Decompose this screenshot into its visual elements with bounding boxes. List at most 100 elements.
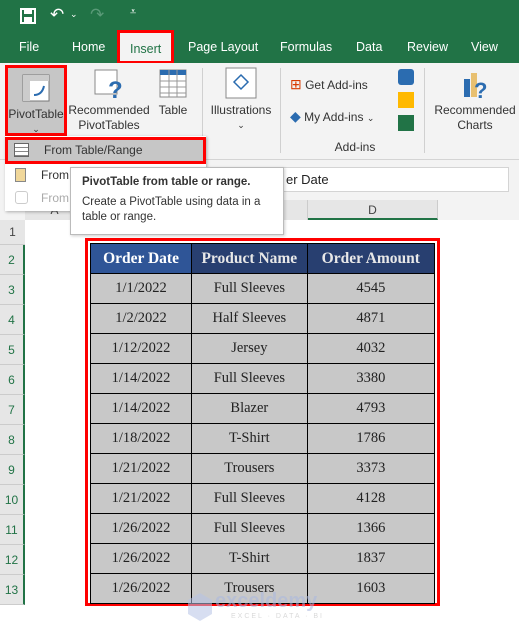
tab-home[interactable]: Home	[72, 33, 105, 63]
label: Charts	[457, 118, 493, 132]
row-header-13[interactable]: 13	[0, 575, 25, 605]
header-order-date[interactable]: Order Date	[89, 243, 193, 274]
table-row: 1/26/2022 Full Sleeves 1366	[89, 513, 436, 544]
table-icon	[14, 143, 29, 157]
table-row: 1/14/2022 Blazer 4793	[89, 393, 436, 424]
selected-range[interactable]: Order Date Product Name Order Amount 1/1…	[85, 238, 440, 606]
svg-text:?: ?	[108, 77, 123, 99]
cell-product-name[interactable]: Full Sleeves	[191, 483, 308, 514]
table-button[interactable]: Table	[155, 69, 191, 118]
cell-order-date[interactable]: 1/21/2022	[89, 453, 193, 484]
cell-order-date[interactable]: 1/1/2022	[89, 273, 193, 304]
undo-icon[interactable]: ↶	[50, 5, 64, 25]
recommended-pivottables-button[interactable]: ? Recommended PivotTables	[67, 69, 151, 133]
row-header-11[interactable]: 11	[0, 515, 25, 545]
undo-dropdown-icon[interactable]: ⌄	[70, 9, 78, 20]
cell-order-amount[interactable]: 4032	[306, 333, 436, 364]
cell-order-date[interactable]: 1/14/2022	[89, 363, 193, 394]
recommended-charts-button[interactable]: ? Recommended Charts	[432, 71, 518, 133]
row-header-6[interactable]: 6	[0, 365, 25, 395]
table-icon	[159, 69, 187, 98]
cell-product-name[interactable]: Full Sleeves	[191, 273, 308, 304]
cell-order-date[interactable]: 1/2/2022	[89, 303, 193, 334]
row-header-3[interactable]: 3	[0, 275, 25, 305]
row-header-1[interactable]: 1	[0, 220, 25, 245]
addins-group-label: Add-ins	[334, 140, 376, 154]
cell-order-date[interactable]: 1/14/2022	[89, 393, 193, 424]
tab-insert[interactable]: Insert	[117, 30, 175, 64]
row-header-9[interactable]: 9	[0, 455, 25, 485]
tab-file[interactable]: File	[19, 33, 39, 63]
table-row: 1/12/2022 Jersey 4032	[89, 333, 436, 364]
illustrations-button[interactable]: Illustrations ⌄	[206, 67, 276, 133]
cell-order-date[interactable]: 1/18/2022	[89, 423, 193, 454]
get-addins-button[interactable]: ⊞ Get Add-ins	[290, 77, 368, 93]
menu-item-from-table-range[interactable]: From Table/Range	[5, 137, 206, 164]
table-row: 1/14/2022 Full Sleeves 3380	[89, 363, 436, 394]
cell-product-name[interactable]: T-Shirt	[191, 543, 308, 574]
cell-order-date[interactable]: 1/26/2022	[89, 543, 193, 574]
cell-product-name[interactable]: T-Shirt	[191, 423, 308, 454]
cell-order-amount[interactable]: 4871	[306, 303, 436, 334]
label: From	[41, 168, 69, 182]
chevron-down-icon: ⌄	[366, 113, 375, 123]
tooltip-body: Create a PivotTable using data in a tabl…	[82, 196, 261, 223]
visio-icon[interactable]	[398, 69, 414, 85]
get-addins-icon: ⊞	[290, 76, 302, 92]
cell-order-amount[interactable]: 1786	[306, 423, 436, 454]
table-row: 1/21/2022 Full Sleeves 4128	[89, 483, 436, 514]
cell-product-name[interactable]: Blazer	[191, 393, 308, 424]
cell-order-amount[interactable]: 4793	[306, 393, 436, 424]
cell-product-name[interactable]: Trousers	[191, 453, 308, 484]
customize-icon[interactable]: ⩡	[130, 6, 136, 19]
header-product-name[interactable]: Product Name	[191, 243, 308, 274]
tab-data[interactable]: Data	[356, 33, 382, 63]
row-header-10[interactable]: 10	[0, 485, 25, 515]
cell-product-name[interactable]: Half Sleeves	[191, 303, 308, 334]
my-addins-button[interactable]: ◆ My Add-ins ⌄	[290, 109, 374, 126]
cell-order-amount[interactable]: 3373	[306, 453, 436, 484]
pivottable-button[interactable]: PivotTable ⌄	[5, 65, 67, 136]
tab-page-layout[interactable]: Page Layout	[188, 33, 258, 63]
row-header-12[interactable]: 12	[0, 545, 25, 575]
table-row: 1/2/2022 Half Sleeves 4871	[89, 303, 436, 334]
cell-product-name[interactable]: Full Sleeves	[191, 513, 308, 544]
tab-view[interactable]: View	[471, 33, 498, 63]
cell-order-date[interactable]: 1/21/2022	[89, 483, 193, 514]
label: Get Add-ins	[305, 78, 368, 92]
cell-order-date[interactable]: 1/26/2022	[89, 573, 193, 604]
table-row: 1/26/2022 T-Shirt 1837	[89, 543, 436, 574]
cell-order-amount[interactable]: 1837	[306, 543, 436, 574]
cell-order-date[interactable]: 1/12/2022	[89, 333, 193, 364]
column-header-d[interactable]: D	[308, 200, 438, 220]
row-header-7[interactable]: 7	[0, 395, 25, 425]
exceldemy-watermark: exceldemy EXCEL · DATA · BI	[187, 590, 332, 626]
tab-formulas[interactable]: Formulas	[280, 33, 332, 63]
cell-order-date[interactable]: 1/26/2022	[89, 513, 193, 544]
cell-product-name[interactable]: Jersey	[191, 333, 308, 364]
label: From	[41, 191, 69, 205]
recommended-pivottables-icon: ?	[94, 69, 123, 104]
row-header-5[interactable]: 5	[0, 335, 25, 365]
row-header-4[interactable]: 4	[0, 305, 25, 335]
cell-order-amount[interactable]: 1366	[306, 513, 436, 544]
row-header-2[interactable]: 2	[0, 245, 25, 275]
table-row: 1/18/2022 T-Shirt 1786	[89, 423, 436, 454]
formula-bar[interactable]: er Date	[283, 167, 509, 192]
header-order-amount[interactable]: Order Amount	[306, 243, 436, 274]
cell-product-name[interactable]: Full Sleeves	[191, 363, 308, 394]
cell-order-amount[interactable]: 4545	[306, 273, 436, 304]
label: From Table/Range	[44, 143, 143, 157]
label: Recommended	[68, 103, 150, 117]
tab-review[interactable]: Review	[407, 33, 448, 63]
table-row: 1/21/2022 Trousers 3373	[89, 453, 436, 484]
row-header-8[interactable]: 8	[0, 425, 25, 455]
ribbon-tabs: File Home Insert Page Layout Formulas Da…	[0, 30, 519, 64]
cell-order-amount[interactable]: 4128	[306, 483, 436, 514]
bing-maps-icon[interactable]	[398, 92, 414, 108]
cell-order-amount[interactable]: 3380	[306, 363, 436, 394]
save-icon[interactable]	[20, 8, 36, 24]
people-graph-icon[interactable]	[398, 115, 414, 131]
label: PivotTables	[78, 118, 140, 132]
tooltip-title: PivotTable from table or range.	[82, 176, 251, 188]
